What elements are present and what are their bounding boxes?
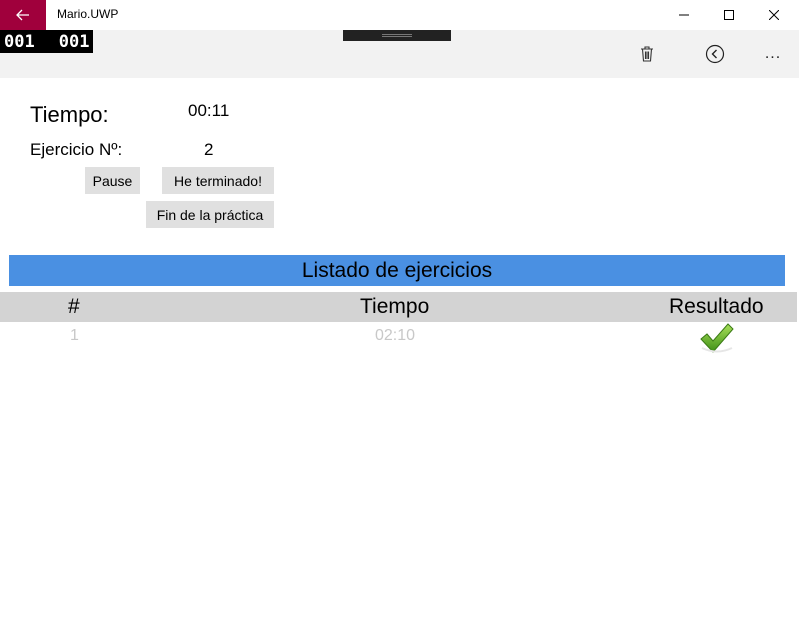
column-header-time: Tiempo: [360, 295, 430, 318]
drag-handle[interactable]: [343, 30, 451, 41]
counter-left: 001: [4, 31, 35, 52]
arrow-left-icon: [16, 9, 29, 21]
counter-right: 001: [58, 31, 90, 52]
minimize-button[interactable]: [661, 0, 707, 30]
column-header-number: #: [68, 295, 80, 318]
close-button[interactable]: [751, 0, 797, 30]
trash-icon: [641, 46, 653, 62]
maximize-icon: [724, 10, 734, 20]
ejercicio-value: 2: [204, 140, 214, 159]
maximize-button[interactable]: [706, 0, 752, 30]
ejercicio-label: Ejercicio Nº:: [30, 140, 123, 159]
tiempo-label: Tiempo:: [30, 102, 109, 127]
circle-chevron-left-icon: [705, 44, 725, 64]
done-button[interactable]: He terminado!: [162, 167, 274, 194]
end-practice-button[interactable]: Fin de la práctica: [146, 201, 274, 228]
more-button[interactable]: ...: [761, 42, 785, 66]
tiempo-value: 00:11: [188, 101, 230, 120]
app-title: Mario.UWP: [57, 7, 119, 21]
pause-button[interactable]: Pause: [85, 167, 140, 194]
row-number: 1: [70, 327, 79, 344]
frame-counter: 001 001: [0, 30, 94, 53]
list-title: Listado de ejercicios: [9, 255, 785, 286]
row-time: 02:10: [375, 327, 416, 344]
navigate-back-button[interactable]: [703, 42, 727, 66]
back-button[interactable]: [0, 0, 46, 30]
minimize-icon: [679, 14, 689, 16]
column-header-result: Resultado: [669, 295, 764, 318]
check-icon: [700, 323, 734, 353]
title-bar: Mario.UWP: [0, 0, 799, 30]
grip-lines: [382, 34, 412, 37]
delete-button[interactable]: [635, 42, 659, 66]
close-icon: [769, 10, 779, 20]
